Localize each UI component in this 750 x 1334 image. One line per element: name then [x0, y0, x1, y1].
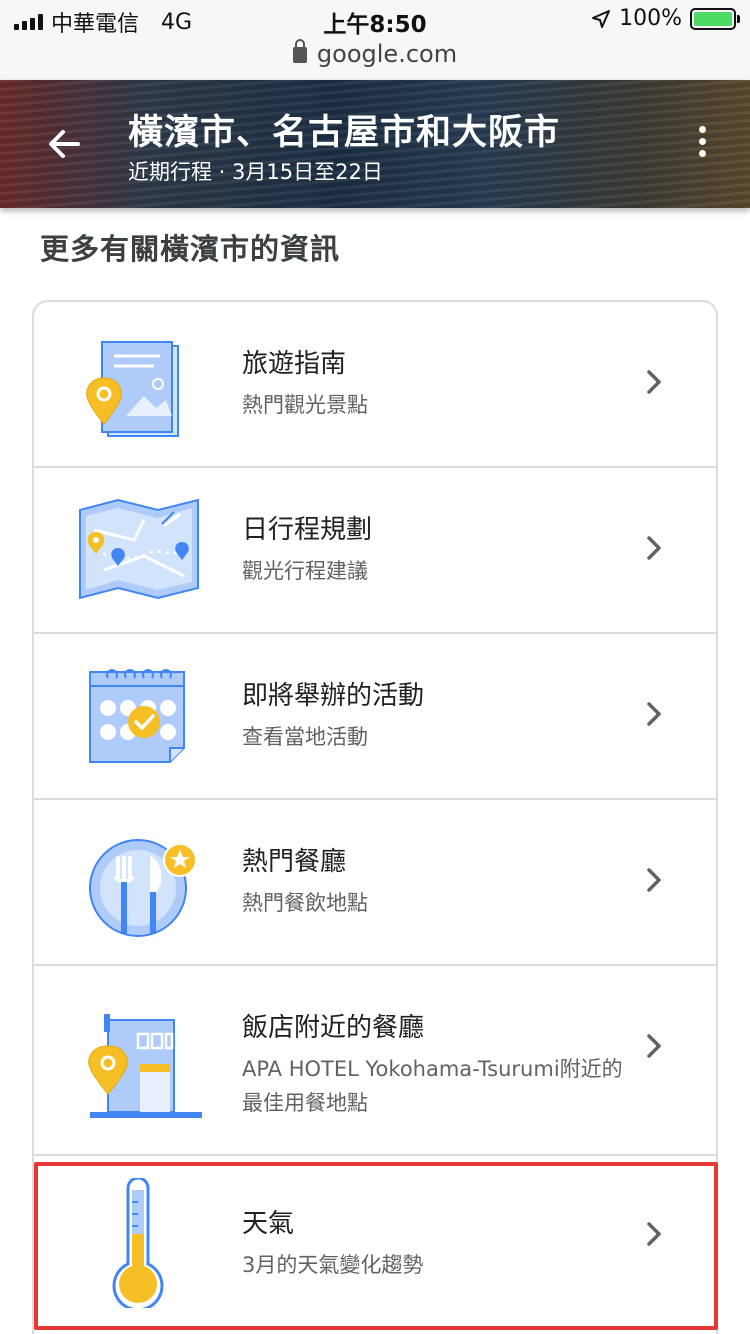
lock-icon — [292, 39, 307, 63]
item-title: 旅遊指南 — [242, 349, 347, 379]
item-title: 飯店附近的餐廳 — [242, 1013, 425, 1043]
travel-guide-icon — [86, 341, 179, 437]
status-bar: 中華電信 4G 上午8:50 100% — [0, 0, 750, 40]
hotel-restaurant-icon — [88, 1014, 202, 1118]
url-bar[interactable]: google.com — [0, 39, 750, 80]
item-subtitle: APA HOTEL Yokohama-Tsurumi附近的最佳用餐地點 — [242, 1057, 623, 1115]
battery-percent: 100% — [619, 6, 682, 31]
chevron-right-icon — [647, 370, 661, 394]
chevron-right-icon — [647, 702, 661, 726]
trip-dates: 近期行程 · 3月15日至22日 — [128, 160, 383, 184]
item-title: 日行程規劃 — [242, 515, 373, 545]
status-right: 100% — [591, 6, 740, 31]
more-options-icon[interactable] — [692, 126, 712, 162]
chevron-right-icon — [647, 1034, 661, 1058]
chevron-right-icon — [647, 536, 661, 560]
back-arrow-icon[interactable] — [44, 124, 84, 164]
chevron-right-icon — [647, 868, 661, 892]
list-item-travel-guide[interactable]: 旅遊指南 熱門觀光景點 — [34, 302, 716, 468]
item-texts: 日行程規劃 觀光行程建議 — [242, 512, 632, 588]
item-subtitle: 熱門觀光景點 — [242, 393, 368, 417]
day-plan-map-icon — [79, 498, 199, 600]
item-subtitle: 熱門餐飲地點 — [242, 891, 368, 915]
list-item-restaurants[interactable]: 熱門餐廳 熱門餐飲地點 — [34, 800, 716, 966]
battery-icon — [690, 7, 740, 30]
url-text: google.com — [316, 40, 458, 68]
list-item-hotel-restaurants[interactable]: 飯店附近的餐廳 APA HOTEL Yokohama-Tsurumi附近的最佳用… — [34, 966, 716, 1156]
highlight-box — [34, 1162, 718, 1330]
item-texts: 即將舉辦的活動 查看當地活動 — [242, 678, 632, 754]
section-title: 更多有關橫濱市的資訊 — [40, 232, 341, 266]
item-texts: 旅遊指南 熱門觀光景點 — [242, 346, 632, 422]
item-title: 熱門餐廳 — [242, 847, 347, 877]
item-title: 即將舉辦的活動 — [242, 681, 425, 711]
list-item-day-plan[interactable]: 日行程規劃 觀光行程建議 — [34, 468, 716, 634]
restaurant-icon — [89, 839, 197, 937]
events-calendar-icon — [89, 669, 185, 763]
trip-header: 橫濱市、名古屋市和大阪市 近期行程 · 3月15日至22日 — [0, 80, 750, 208]
trip-title: 橫濱市、名古屋市和大阪市 — [128, 113, 561, 153]
item-texts: 熱門餐廳 熱門餐飲地點 — [242, 844, 632, 920]
location-arrow-icon — [592, 9, 611, 28]
item-subtitle: 觀光行程建議 — [242, 559, 368, 583]
list-item-events[interactable]: 即將舉辦的活動 查看當地活動 — [34, 634, 716, 800]
item-subtitle: 查看當地活動 — [242, 725, 368, 749]
item-texts: 飯店附近的餐廳 APA HOTEL Yokohama-Tsurumi附近的最佳用… — [242, 1010, 632, 1120]
